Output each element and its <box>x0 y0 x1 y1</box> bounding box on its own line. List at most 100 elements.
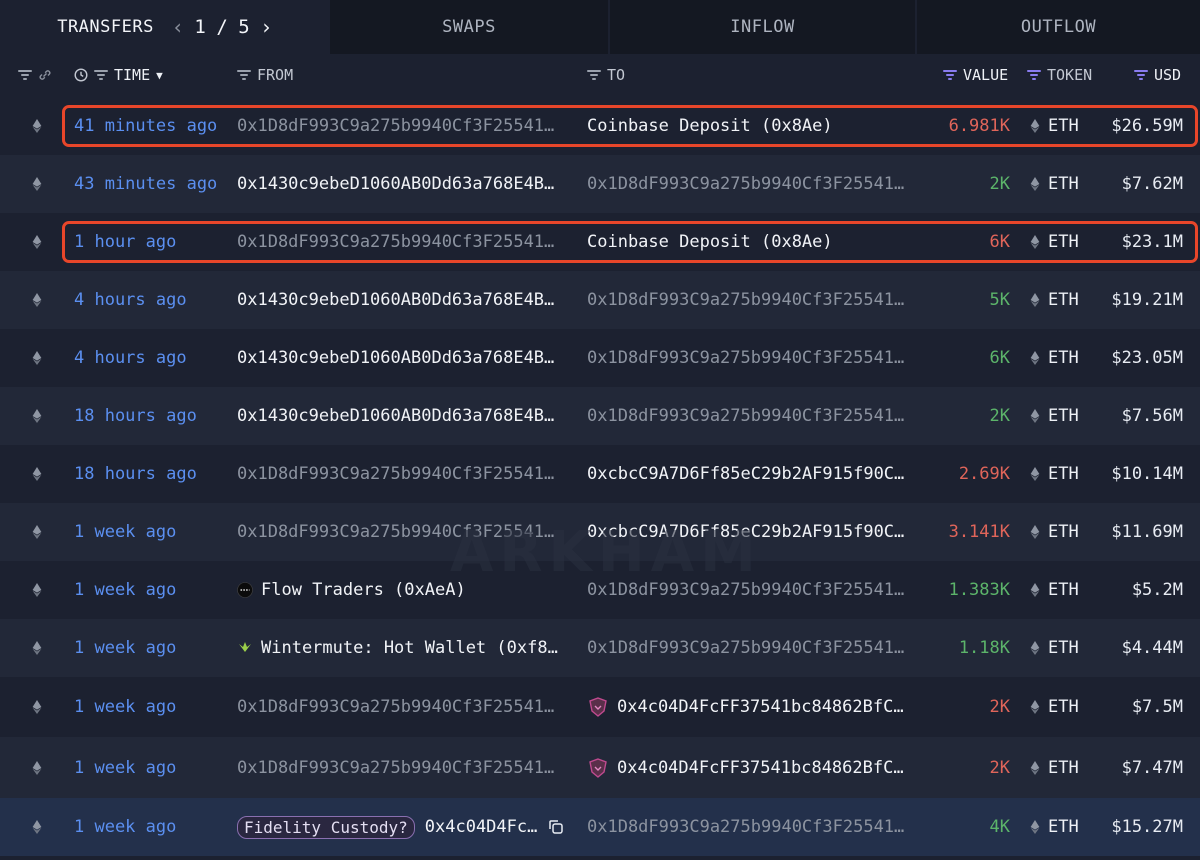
usd-amount: $15.27M <box>1111 817 1183 837</box>
ethereum-icon <box>32 467 42 481</box>
from-address[interactable]: Wintermute: Hot Wallet (0xf8… <box>261 638 558 658</box>
table-row[interactable]: 1 week ago 0x1D8dF993C9a275b9940Cf3F25541… <box>0 677 1200 737</box>
table-row[interactable]: 1 week ago 0x1D8dF993C9a275b9940Cf3F25541… <box>0 737 1200 798</box>
filter-icon[interactable] <box>237 70 251 80</box>
from-cell: Fidelity Custody? 0x4c04D4Fc… <box>237 798 582 856</box>
header-filter-link[interactable] <box>18 54 52 96</box>
to-cell: Coinbase Deposit (0x8Ae) <box>587 97 917 155</box>
table-row[interactable]: 1 week ago Wintermute: Hot Wallet (0xf8… 0… <box>0 619 1200 677</box>
from-address[interactable]: 0x1430c9ebeD1060AB0Dd63a768E4B… <box>237 174 554 194</box>
time-link[interactable]: 1 week ago <box>74 619 234 677</box>
time-link[interactable]: 1 week ago <box>74 503 234 561</box>
table-row[interactable]: 4 hours ago 0x1430c9ebeD1060AB0Dd63a768E4… <box>0 271 1200 329</box>
to-address[interactable]: 0x1D8dF993C9a275b9940Cf3F25541… <box>587 817 904 837</box>
ethereum-icon <box>32 235 42 249</box>
usd-amount: $7.5M <box>1131 697 1183 717</box>
chain-cell <box>32 677 46 737</box>
from-address[interactable]: Flow Traders (0xAeA) <box>261 580 466 600</box>
time-link[interactable]: 1 week ago <box>74 561 234 619</box>
to-cell: 0xcbcC9A7D6Ff85eC29b2AF915f90C… <box>587 503 917 561</box>
from-address[interactable]: 0x1D8dF993C9a275b9940Cf3F25541… <box>237 522 554 542</box>
from-address[interactable]: 0x1430c9ebeD1060AB0Dd63a768E4B… <box>237 406 554 426</box>
tab-swaps[interactable]: SWAPS <box>330 0 608 54</box>
filter-icon[interactable] <box>1027 70 1041 80</box>
table-row[interactable]: 4 hours ago 0x1430c9ebeD1060AB0Dd63a768E4… <box>0 329 1200 387</box>
filter-icon[interactable] <box>587 70 601 80</box>
from-cell: 0x1430c9ebeD1060AB0Dd63a768E4B… <box>237 329 582 387</box>
ethereum-icon <box>32 177 42 191</box>
to-address[interactable]: 0xcbcC9A7D6Ff85eC29b2AF915f90C… <box>587 522 904 542</box>
to-cell: 0x1D8dF993C9a275b9940Cf3F25541… <box>587 329 917 387</box>
filter-icon[interactable] <box>94 70 108 80</box>
to-address[interactable]: 0x1D8dF993C9a275b9940Cf3F25541… <box>587 174 904 194</box>
shield-icon <box>589 757 607 778</box>
table-row[interactable]: 1 week ago 0x1D8dF993C9a275b9940Cf3F25541… <box>0 503 1200 561</box>
table-row[interactable]: 1 hour ago 0x1D8dF993C9a275b9940Cf3F25541… <box>0 213 1200 271</box>
to-cell: Coinbase Deposit (0x8Ae) <box>587 213 917 271</box>
value-amount: 6K <box>989 348 1010 368</box>
table-row[interactable]: 43 minutes ago 0x1430c9ebeD1060AB0Dd63a76… <box>0 155 1200 213</box>
tab-outflow[interactable]: OUTFLOW <box>917 0 1200 54</box>
time-link[interactable]: 18 hours ago <box>74 387 234 445</box>
from-address[interactable]: 0x1D8dF993C9a275b9940Cf3F25541… <box>237 464 554 484</box>
time-link[interactable]: 4 hours ago <box>74 329 234 387</box>
from-address[interactable]: 0x1430c9ebeD1060AB0Dd63a768E4B… <box>237 290 554 310</box>
value-amount: 2K <box>989 406 1010 426</box>
from-address[interactable]: 0x1D8dF993C9a275b9940Cf3F25541… <box>237 232 554 252</box>
filter-icon[interactable] <box>18 70 32 80</box>
to-address[interactable]: Coinbase Deposit (0x8Ae) <box>587 232 833 252</box>
to-address[interactable]: 0x1D8dF993C9a275b9940Cf3F25541… <box>587 580 904 600</box>
time-link[interactable]: 18 hours ago <box>74 445 234 503</box>
to-address[interactable]: 0x1D8dF993C9a275b9940Cf3F25541… <box>587 348 904 368</box>
header-from[interactable]: FROM <box>237 54 293 96</box>
table-row[interactable]: 41 minutes ago 0x1D8dF993C9a275b9940Cf3F2… <box>0 97 1200 155</box>
time-link[interactable]: 41 minutes ago <box>74 97 234 155</box>
from-address[interactable]: 0x1D8dF993C9a275b9940Cf3F25541… <box>237 116 554 136</box>
time-link[interactable]: 1 week ago <box>74 737 234 798</box>
chevron-right-icon[interactable]: › <box>260 15 273 39</box>
to-address[interactable]: 0xcbcC9A7D6Ff85eC29b2AF915f90C… <box>587 464 904 484</box>
header-token[interactable]: TOKEN <box>1027 54 1092 96</box>
to-address[interactable]: Coinbase Deposit (0x8Ae) <box>587 116 833 136</box>
from-cell: 0x1D8dF993C9a275b9940Cf3F25541… <box>237 677 582 737</box>
time-link[interactable]: 1 week ago <box>74 798 234 856</box>
token-symbol: ETH <box>1048 290 1079 310</box>
from-address[interactable]: 0x4c04D4Fc… <box>425 817 538 837</box>
from-cell: Wintermute: Hot Wallet (0xf8… <box>237 619 582 677</box>
to-address[interactable]: 0x1D8dF993C9a275b9940Cf3F25541… <box>587 406 904 426</box>
link-icon[interactable] <box>38 68 52 82</box>
to-address[interactable]: 0x4c04D4FcFF37541bc84862BfC… <box>617 697 904 717</box>
header-time[interactable]: TIME ▼ <box>74 54 163 96</box>
filter-icon[interactable] <box>943 70 957 80</box>
from-address[interactable]: 0x1D8dF993C9a275b9940Cf3F25541… <box>237 758 554 778</box>
tab-inflow[interactable]: INFLOW <box>610 0 915 54</box>
sort-caret-icon[interactable]: ▼ <box>156 69 163 82</box>
header-to[interactable]: TO <box>587 54 625 96</box>
chevron-left-icon[interactable]: ‹ <box>172 15 185 39</box>
header-value[interactable]: VALUE <box>943 54 1008 96</box>
to-address[interactable]: 0x1D8dF993C9a275b9940Cf3F25541… <box>587 290 904 310</box>
ethereum-icon <box>1030 119 1040 133</box>
to-cell: 0x1D8dF993C9a275b9940Cf3F25541… <box>587 619 917 677</box>
header-usd[interactable]: USD <box>1134 54 1181 96</box>
filter-icon[interactable] <box>1134 70 1148 80</box>
time-link[interactable]: 43 minutes ago <box>74 155 234 213</box>
usd-amount: $7.56M <box>1121 406 1183 426</box>
tab-transfers[interactable]: TRANSFERS ‹ 1 / 5 › <box>0 0 330 54</box>
table-row[interactable]: 1 week ago Flow Traders (0xAeA) 0x1D8dF993… <box>0 561 1200 619</box>
copy-icon[interactable] <box>547 818 565 836</box>
token-symbol: ETH <box>1048 348 1079 368</box>
time-link[interactable]: 4 hours ago <box>74 271 234 329</box>
to-address[interactable]: 0x4c04D4FcFF37541bc84862BfC… <box>617 758 904 778</box>
time-link[interactable]: 1 hour ago <box>74 213 234 271</box>
to-address[interactable]: 0x1D8dF993C9a275b9940Cf3F25541… <box>587 638 904 658</box>
value-amount: 2K <box>989 697 1010 717</box>
table-row[interactable]: 18 hours ago 0x1D8dF993C9a275b9940Cf3F255… <box>0 445 1200 503</box>
from-address[interactable]: 0x1430c9ebeD1060AB0Dd63a768E4B… <box>237 348 554 368</box>
token-symbol: ETH <box>1048 817 1079 837</box>
from-address[interactable]: 0x1D8dF993C9a275b9940Cf3F25541… <box>237 697 554 717</box>
table-row[interactable]: 18 hours ago 0x1430c9ebeD1060AB0Dd63a768E… <box>0 387 1200 445</box>
entity-tag[interactable]: Fidelity Custody? <box>237 815 415 839</box>
time-link[interactable]: 1 week ago <box>74 677 234 737</box>
table-row[interactable]: 1 week ago Fidelity Custody? 0x4c04D4Fc… 0x… <box>0 798 1200 856</box>
